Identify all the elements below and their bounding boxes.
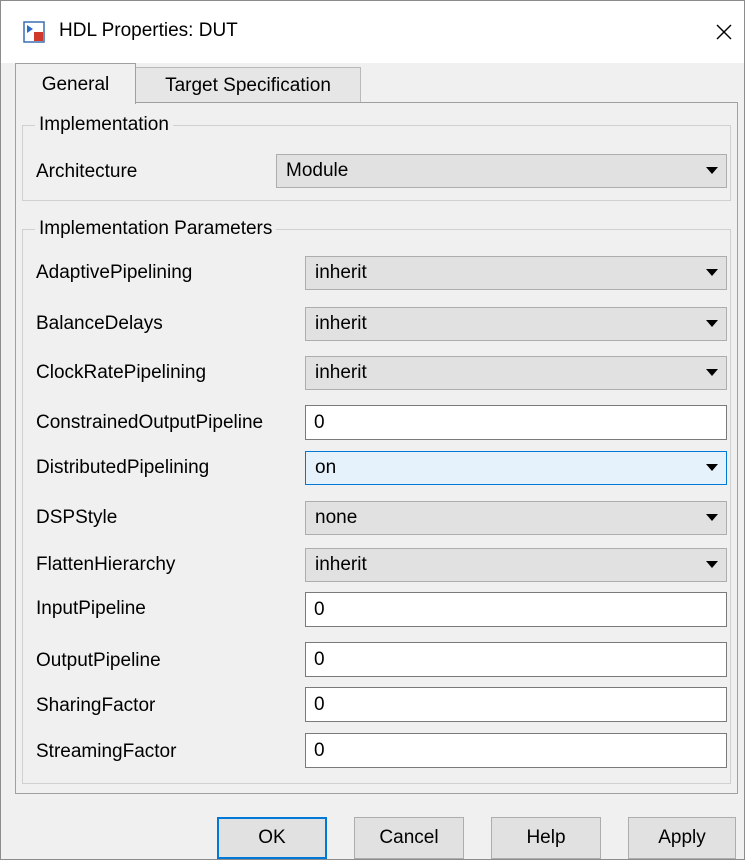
chevron-down-icon: [706, 167, 718, 174]
implementation-parameters-legend: Implementation Parameters: [35, 216, 277, 242]
ok-button[interactable]: OK: [217, 817, 327, 859]
select-value: on: [315, 457, 337, 478]
architecture-label: Architecture: [36, 161, 138, 182]
chevron-down-icon: [706, 514, 718, 521]
chevron-down-icon: [706, 320, 718, 327]
chevron-down-icon: [706, 269, 718, 276]
dspstyle-select[interactable]: none: [305, 501, 727, 535]
hdl-properties-dialog: HDL Properties: DUT General Target Speci…: [0, 0, 745, 860]
adaptivepipelining-select[interactable]: inherit: [305, 256, 727, 290]
param-label-outputpipeline: OutputPipeline: [36, 650, 161, 671]
sharingfactor-input[interactable]: 0: [305, 687, 727, 722]
balancedelays-select[interactable]: inherit: [305, 307, 727, 341]
distributedpipelining-select[interactable]: on: [305, 451, 727, 485]
apply-button[interactable]: Apply: [628, 817, 736, 859]
chevron-down-icon: [706, 561, 718, 568]
close-icon[interactable]: [707, 15, 741, 49]
tab-general[interactable]: General: [15, 63, 136, 104]
cancel-button[interactable]: Cancel: [354, 817, 464, 859]
streamingfactor-input[interactable]: 0: [305, 733, 727, 768]
flattenhierarchy-select[interactable]: inherit: [305, 548, 727, 582]
inputpipeline-input[interactable]: 0: [305, 592, 727, 627]
clockratepipelining-select[interactable]: inherit: [305, 356, 727, 390]
implementation-legend: Implementation: [35, 112, 173, 138]
param-label-adaptivepipelining: AdaptivePipelining: [36, 262, 193, 283]
select-value: none: [315, 507, 358, 528]
title-bar[interactable]: HDL Properties: DUT: [1, 1, 744, 63]
architecture-select[interactable]: Module: [276, 154, 727, 188]
param-label-streamingfactor: StreamingFactor: [36, 741, 177, 762]
general-tab-panel: Implementation Architecture Module Imple…: [15, 102, 738, 794]
param-label-balancedelays: BalanceDelays: [36, 313, 163, 334]
outputpipeline-input[interactable]: 0: [305, 642, 727, 677]
param-label-distributedpipelining: DistributedPipelining: [36, 457, 210, 478]
chevron-down-icon: [706, 464, 718, 471]
architecture-value: Module: [286, 160, 349, 181]
param-label-flattenhierarchy: FlattenHierarchy: [36, 554, 176, 575]
param-label-sharingfactor: SharingFactor: [36, 695, 156, 716]
select-value: inherit: [315, 554, 367, 575]
constrainedoutputpipeline-input[interactable]: 0: [305, 405, 727, 440]
param-label-inputpipeline: InputPipeline: [36, 598, 146, 619]
chevron-down-icon: [706, 369, 718, 376]
help-button[interactable]: Help: [491, 817, 601, 859]
select-value: inherit: [315, 313, 367, 334]
tab-target-specification[interactable]: Target Specification: [135, 67, 361, 103]
simulink-block-icon: [23, 21, 45, 43]
param-label-clockratepipelining: ClockRatePipelining: [36, 362, 207, 383]
select-value: inherit: [315, 262, 367, 283]
dialog-title: HDL Properties: DUT: [59, 20, 238, 41]
select-value: inherit: [315, 362, 367, 383]
param-label-constrainedoutputpipeline: ConstrainedOutputPipeline: [36, 412, 264, 433]
param-label-dspstyle: DSPStyle: [36, 507, 118, 528]
